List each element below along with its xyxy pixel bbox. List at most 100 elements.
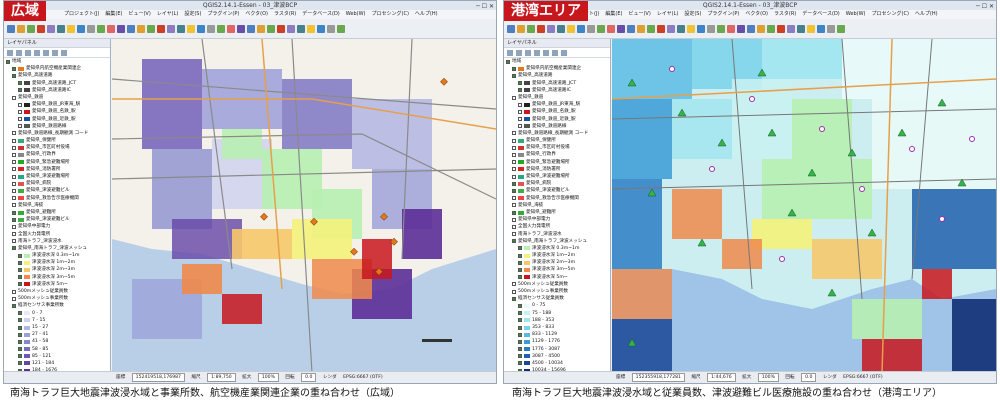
layer-item[interactable]: 愛知県_市区町村役場 <box>504 144 610 151</box>
layer-item[interactable]: 愛知県_津波避難ビル <box>4 216 110 223</box>
layer-visibility-checkbox[interactable] <box>518 354 522 359</box>
layer-item[interactable]: 833 - 1129 <box>504 331 610 338</box>
layer-item[interactable]: 愛知県_高速道路_JCT <box>504 80 610 87</box>
layer-item[interactable]: 愛知県_高速道路 <box>504 72 610 79</box>
layer-visibility-checkbox[interactable] <box>518 339 522 344</box>
toolbar-tool-icon[interactable] <box>527 24 535 33</box>
layer-item[interactable]: 0 - 7 <box>4 310 110 317</box>
toolbar-tool-icon[interactable] <box>687 24 695 33</box>
toolbar-tool-icon[interactable] <box>747 24 755 33</box>
layer-visibility-checkbox[interactable] <box>518 246 522 251</box>
layer-visibility-checkbox[interactable] <box>18 81 22 86</box>
layer-visibility-checkbox[interactable] <box>12 210 16 215</box>
layer-item[interactable]: 愛知県_南海トラフ_津波メッシュ <box>504 238 610 245</box>
toolbar-tool-icon[interactable] <box>177 24 185 33</box>
toolbar-tool-icon[interactable] <box>17 24 25 33</box>
layer-visibility-checkbox[interactable] <box>18 260 22 265</box>
menu-item[interactable]: ビュー(V) <box>128 11 150 17</box>
layer-item[interactable]: 1129 - 1776 <box>504 338 610 345</box>
layer-visibility-checkbox[interactable] <box>512 73 516 78</box>
layer-visibility-checkbox[interactable] <box>518 102 522 107</box>
layer-item[interactable]: 愛知県中部電力 <box>4 223 110 230</box>
layer-item[interactable]: 津波浸水深 2m~3m <box>4 266 110 273</box>
layer-visibility-checkbox[interactable] <box>18 354 22 359</box>
toolbar-tool-icon[interactable] <box>37 24 45 33</box>
layer-visibility-checkbox[interactable] <box>12 66 16 71</box>
toolbar-tool-icon[interactable] <box>717 24 725 33</box>
layer-visibility-checkbox[interactable] <box>12 160 16 165</box>
toolbar-tool-icon[interactable] <box>547 24 555 33</box>
layer-item[interactable]: 津波浸水深 3m~5m <box>504 266 610 273</box>
layer-item[interactable]: 愛知県中部電力 <box>504 216 610 223</box>
layer-visibility-checkbox[interactable] <box>512 217 516 222</box>
layer-visibility-checkbox[interactable] <box>18 311 22 316</box>
menu-item[interactable]: プラグイン(P) <box>207 11 239 17</box>
layer-item[interactable]: 津波浸水深 1m~2m <box>504 252 610 259</box>
layer-visibility-checkbox[interactable] <box>12 174 16 179</box>
map-canvas[interactable] <box>612 39 996 373</box>
layer-item[interactable]: 愛知県_救急告示医療機関 <box>504 195 610 202</box>
toolbar-tool-icon[interactable] <box>607 24 615 33</box>
toolbar-tool-icon[interactable] <box>337 24 345 33</box>
layer-item[interactable]: 愛知県_高速道路 <box>4 72 110 79</box>
layer-item[interactable]: 188 - 353 <box>504 317 610 324</box>
toolbar-tool-icon[interactable] <box>7 24 15 33</box>
layer-item[interactable]: 津波浸水深 1m~2m <box>4 259 110 266</box>
layer-visibility-checkbox[interactable] <box>12 203 16 208</box>
toolbar-tool-icon[interactable] <box>697 24 705 33</box>
layer-item[interactable]: 愛知県_高速道路IC <box>504 87 610 94</box>
toolbar-tool-icon[interactable] <box>677 24 685 33</box>
layer-item[interactable]: 愛知県_南海トラフ_津波メッシュ <box>4 245 110 252</box>
layer-item[interactable]: 85 - 121 <box>4 353 110 360</box>
toolbar-tool-icon[interactable] <box>657 24 665 33</box>
layer-visibility-checkbox[interactable] <box>518 325 522 330</box>
layer-item[interactable]: 27 - 41 <box>4 331 110 338</box>
layer-visibility-checkbox[interactable] <box>18 325 22 330</box>
layer-visibility-checkbox[interactable] <box>518 124 522 129</box>
layer-item[interactable]: 0 - 75 <box>504 302 610 309</box>
layer-visibility-checkbox[interactable] <box>512 153 516 158</box>
toolbar-tool-icon[interactable] <box>617 24 625 33</box>
toolbar-tool-icon[interactable] <box>87 24 95 33</box>
layer-visibility-checkbox[interactable] <box>512 239 516 244</box>
toolbar-tool-icon[interactable] <box>27 24 35 33</box>
layer-visibility-checkbox[interactable] <box>12 181 16 186</box>
layer-item[interactable]: 500mメッシュ事業所数 <box>4 295 110 302</box>
layer-item[interactable]: 愛知県_鉄道路線_長期観測 コード <box>504 130 610 137</box>
layer-visibility-checkbox[interactable] <box>512 174 516 179</box>
menu-item[interactable]: データベース(D) <box>302 11 340 17</box>
layer-item[interactable]: 愛知県_消防署所 <box>4 166 110 173</box>
layer-visibility-checkbox[interactable] <box>518 253 522 258</box>
magnify-input[interactable]: 100% <box>257 373 279 382</box>
layer-visibility-checkbox[interactable] <box>518 275 522 280</box>
menu-item[interactable]: ラスタ(R) <box>274 11 296 17</box>
layer-visibility-checkbox[interactable] <box>12 95 16 100</box>
toolbar-tool-icon[interactable] <box>627 24 635 33</box>
layer-item[interactable]: 愛知県_行政界 <box>4 151 110 158</box>
toolbar-tool-icon[interactable] <box>767 24 775 33</box>
layer-item[interactable]: 愛知県_行政界 <box>504 151 610 158</box>
layer-item[interactable]: 愛知県_病院 <box>4 180 110 187</box>
toolbar-tool-icon[interactable] <box>317 24 325 33</box>
menu-item[interactable]: ベクタ(O) <box>745 11 768 17</box>
layer-item[interactable]: 愛知県_海抜 <box>4 202 110 209</box>
layer-item[interactable]: 愛知県_避難所 <box>4 209 110 216</box>
layer-visibility-checkbox[interactable] <box>512 66 516 71</box>
toolbar-tool-icon[interactable] <box>737 24 745 33</box>
layers-panel-tools[interactable] <box>4 48 110 58</box>
layer-visibility-checkbox[interactable] <box>512 210 516 215</box>
layer-item[interactable]: 4500 - 10034 <box>504 360 610 367</box>
layer-visibility-checkbox[interactable] <box>12 246 16 251</box>
layer-visibility-checkbox[interactable] <box>18 275 22 280</box>
layer-visibility-checkbox[interactable] <box>12 303 16 308</box>
toolbar-tool-icon[interactable] <box>797 24 805 33</box>
layer-visibility-checkbox[interactable] <box>518 109 522 114</box>
layer-item[interactable]: 121 - 184 <box>4 360 110 367</box>
toolbar-tool-icon[interactable] <box>817 24 825 33</box>
layer-visibility-checkbox[interactable] <box>12 145 16 150</box>
layer-visibility-checkbox[interactable] <box>518 268 522 273</box>
toolbar-tool-icon[interactable] <box>247 24 255 33</box>
layer-item[interactable]: 愛知県_海抜 <box>504 202 610 209</box>
layer-visibility-checkbox[interactable] <box>512 203 516 208</box>
coord-value[interactable]: 152355918,177281 <box>631 373 685 382</box>
